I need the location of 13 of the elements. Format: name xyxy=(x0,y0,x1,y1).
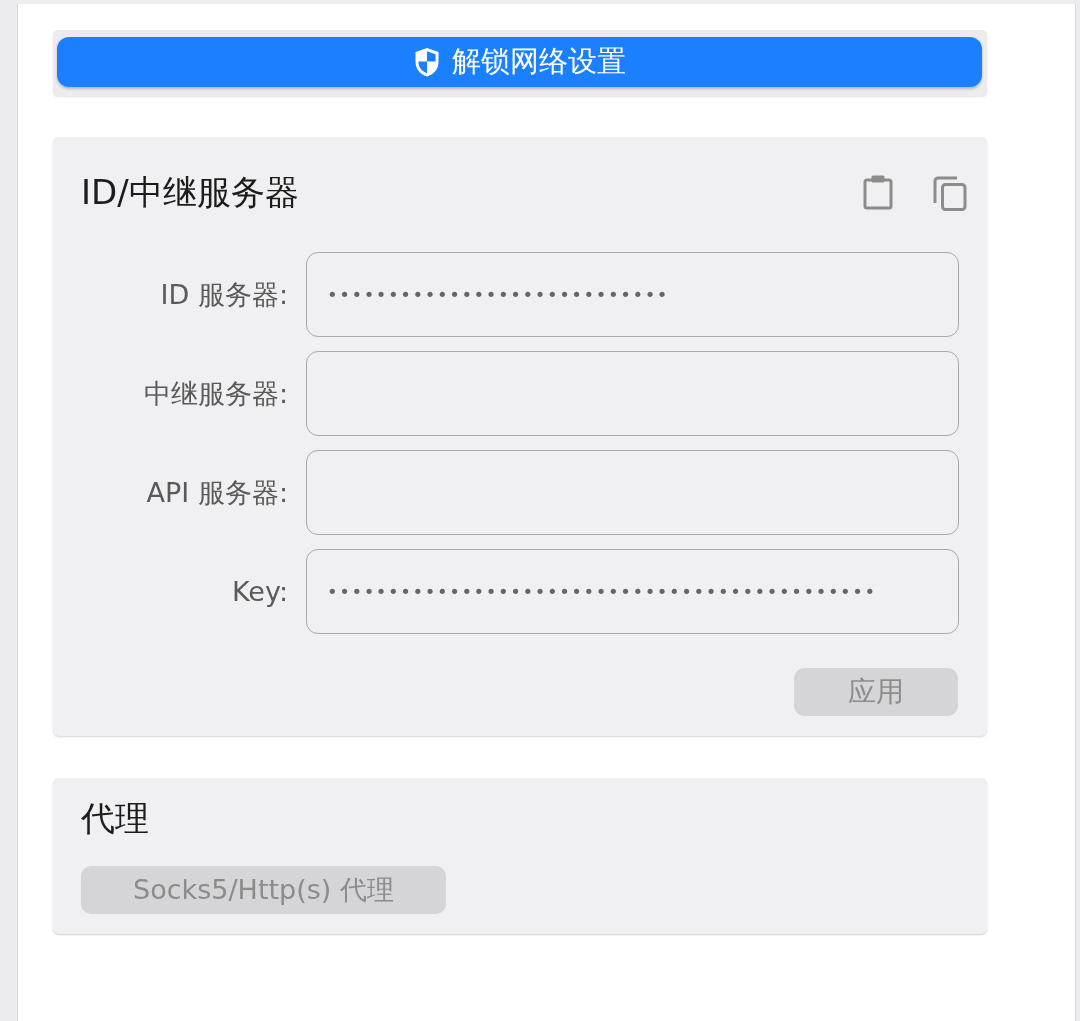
shield-icon xyxy=(413,46,440,78)
card-title: 代理 xyxy=(81,798,149,838)
input-field[interactable] xyxy=(306,351,959,436)
field-label: 中继服务器: xyxy=(143,376,288,411)
field-label: API 服务器: xyxy=(146,475,288,510)
password-field[interactable]: ••••••••••••••••••••••••••••••••••••••••••••• xyxy=(306,549,959,634)
clipboard-icon[interactable] xyxy=(862,174,894,210)
field-label: Key: xyxy=(231,576,288,607)
field-label: ID 服务器: xyxy=(160,277,288,312)
card-title: ID/中继服务器 xyxy=(81,172,299,212)
input-field[interactable] xyxy=(306,450,959,535)
unlock-settings-button[interactable]: 解锁网络设置 xyxy=(57,37,982,87)
password-field[interactable]: •••••••••••••••••••••••••••• xyxy=(306,252,959,337)
